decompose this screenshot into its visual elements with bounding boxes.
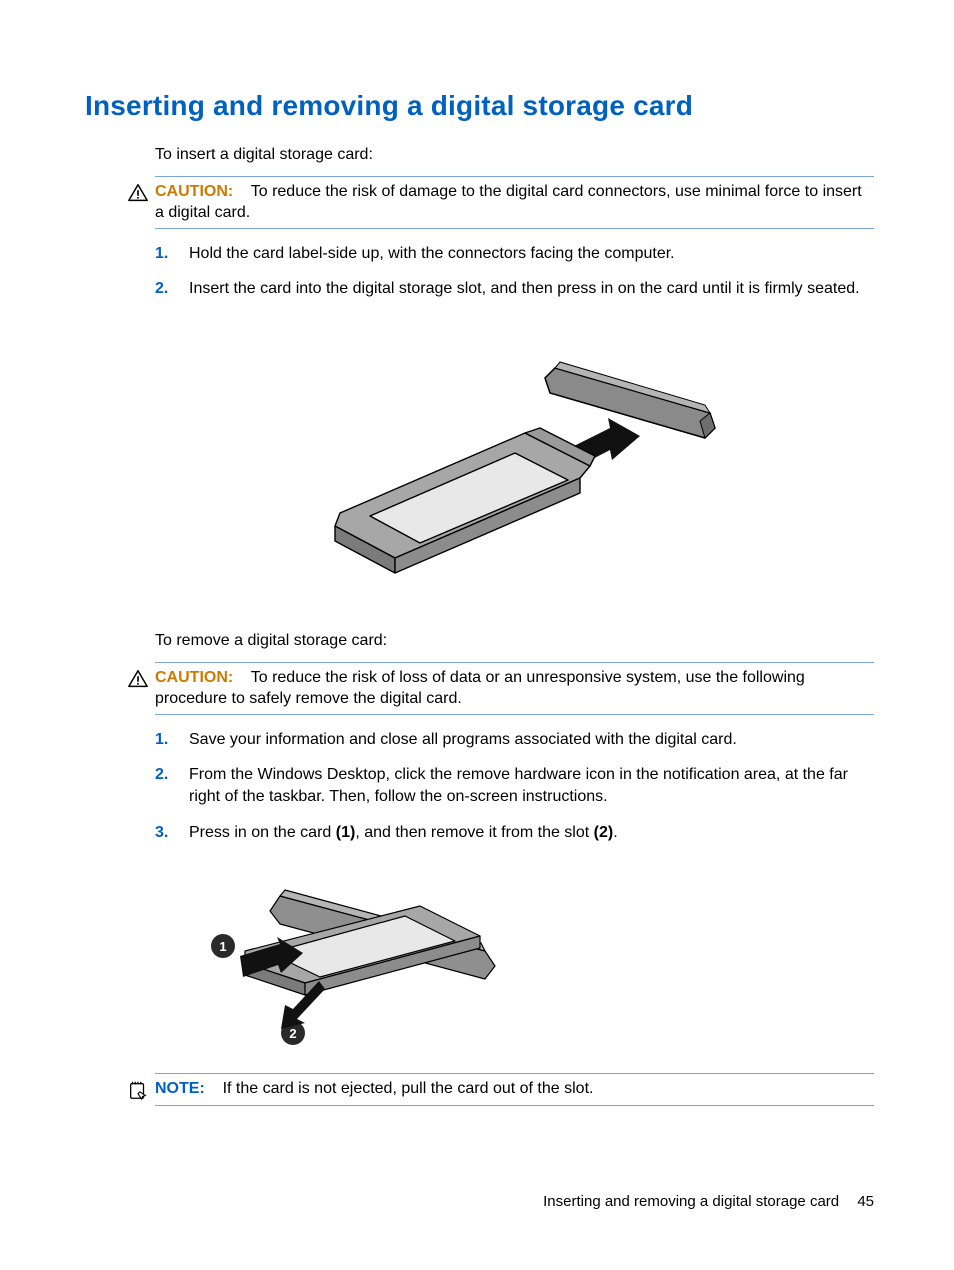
page: Inserting and removing a digital storage…: [0, 0, 954, 1270]
step-text: Save your information and close all prog…: [189, 729, 874, 751]
page-footer: Inserting and removing a digital storage…: [543, 1193, 874, 1210]
note-icon: [127, 1079, 149, 1101]
caution-body: To reduce the risk of loss of data or an…: [155, 669, 805, 708]
note-label: NOTE:: [155, 1080, 205, 1097]
figure-insert-card: [155, 318, 874, 608]
step-number: 1.: [155, 729, 189, 751]
body: To insert a digital storage card: CAUTIO…: [155, 144, 874, 1106]
note-body: If the card is not ejected, pull the car…: [223, 1080, 594, 1097]
step-number: 2.: [155, 764, 189, 786]
step-number: 2.: [155, 278, 189, 300]
list-item: 2. Insert the card into the digital stor…: [155, 278, 874, 300]
caution-label: CAUTION:: [155, 669, 233, 686]
caution-icon: [127, 668, 149, 690]
note-text: NOTE: If the card is not ejected, pull t…: [155, 1078, 874, 1100]
remove-steps: 1. Save your information and close all p…: [155, 729, 874, 843]
caution-callout-1: CAUTION: To reduce the risk of damage to…: [155, 176, 874, 229]
page-number: 45: [857, 1193, 874, 1210]
list-item: 1. Hold the card label-side up, with the…: [155, 243, 874, 265]
caution-text: CAUTION: To reduce the risk of damage to…: [155, 181, 874, 224]
list-item: 2. From the Windows Desktop, click the r…: [155, 764, 874, 807]
intro-remove: To remove a digital storage card:: [155, 630, 874, 652]
page-title: Inserting and removing a digital storage…: [85, 90, 874, 122]
insert-steps: 1. Hold the card label-side up, with the…: [155, 243, 874, 300]
svg-text:1: 1: [219, 939, 226, 954]
step-text: Insert the card into the digital storage…: [189, 278, 874, 300]
svg-text:2: 2: [289, 1026, 296, 1041]
step-text: From the Windows Desktop, click the remo…: [189, 764, 874, 807]
caution-label: CAUTION:: [155, 183, 233, 200]
caution-text: CAUTION: To reduce the risk of loss of d…: [155, 667, 874, 710]
step-number: 3.: [155, 822, 189, 844]
step-text: Press in on the card (1), and then remov…: [189, 822, 874, 844]
caution-callout-2: CAUTION: To reduce the risk of loss of d…: [155, 662, 874, 715]
step-text: Hold the card label-side up, with the co…: [189, 243, 874, 265]
step-number: 1.: [155, 243, 189, 265]
footer-title: Inserting and removing a digital storage…: [543, 1193, 839, 1210]
caution-icon: [127, 182, 149, 204]
figure-remove-card: 1 2: [185, 861, 874, 1051]
list-item: 3. Press in on the card (1), and then re…: [155, 822, 874, 844]
intro-insert: To insert a digital storage card:: [155, 144, 874, 166]
caution-body: To reduce the risk of damage to the digi…: [155, 183, 862, 222]
note-callout: NOTE: If the card is not ejected, pull t…: [155, 1073, 874, 1106]
list-item: 1. Save your information and close all p…: [155, 729, 874, 751]
